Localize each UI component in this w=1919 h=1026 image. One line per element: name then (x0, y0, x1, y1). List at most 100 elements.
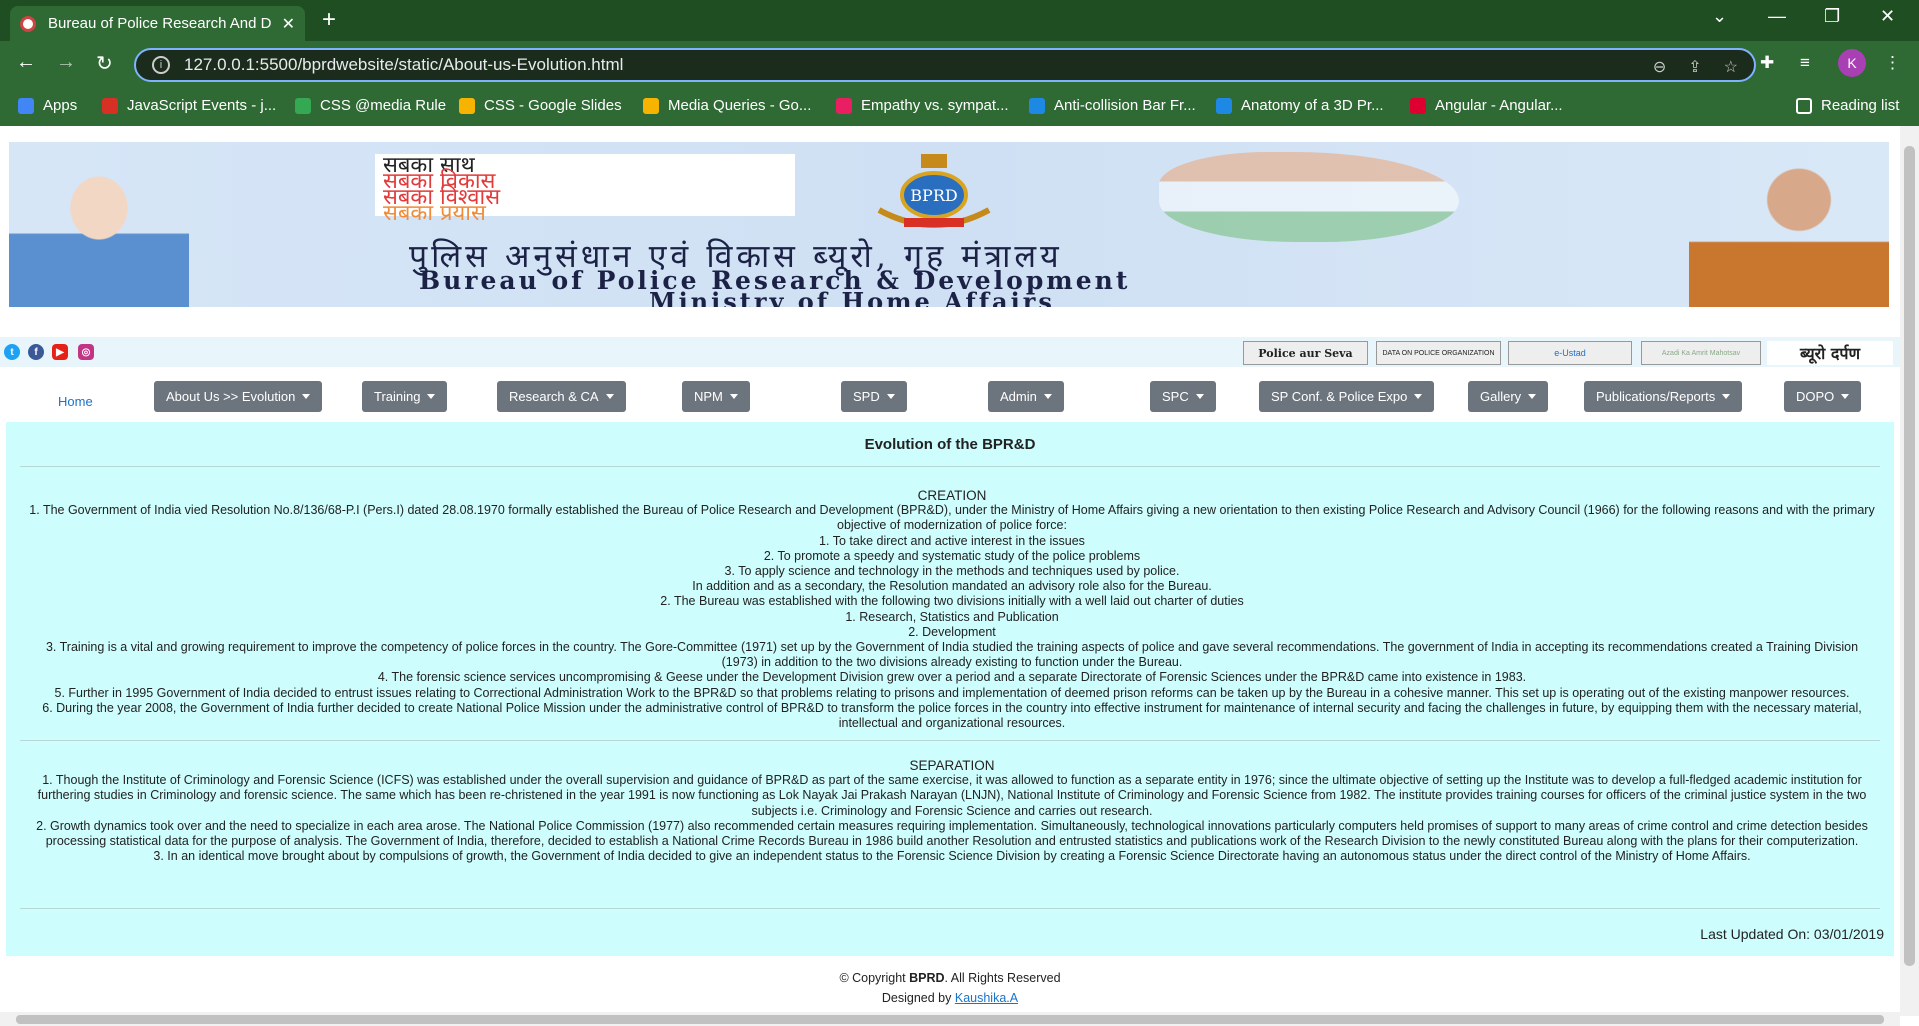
scrollbar-thumb[interactable] (1904, 146, 1915, 966)
bookmark-favicon-icon (102, 97, 118, 114)
bookmark-item[interactable]: Anatomy of a 3D Pr... (1216, 97, 1384, 114)
separation-paragraph: 3. In an identical move brought about by… (153, 849, 1751, 864)
reading-list-icon (1796, 97, 1812, 114)
bookmark-favicon-icon (643, 97, 659, 114)
left-portrait-image (9, 142, 189, 307)
nav-dropdown-sp-conf[interactable]: SP Conf. & Police Expo (1259, 381, 1435, 412)
caret-down-icon (427, 394, 436, 399)
bookmark-item[interactable]: CSS - Google Slides (459, 97, 622, 114)
bookmark-apps[interactable]: Apps (18, 97, 77, 114)
partner-data-on-police-organization[interactable]: DATA ON POLICE ORGANIZATION (1376, 341, 1501, 365)
creation-paragraph: 3. Training is a vital and growing requi… (45, 640, 1859, 670)
caret-down-icon (302, 394, 311, 399)
creation-paragraph: 2. The Bureau was established with the f… (660, 594, 1244, 609)
address-bar[interactable]: i 127.0.0.1:5500/bprdwebsite/static/Abou… (134, 48, 1756, 82)
close-tab-icon[interactable]: ✕ (282, 14, 295, 34)
extensions-icon[interactable]: ✚ (1760, 53, 1774, 73)
scrollbar-thumb[interactable] (16, 1015, 1884, 1024)
creation-paragraph: 2. To promote a speedy and systematic st… (763, 548, 1141, 563)
reload-icon[interactable]: ↻ (96, 51, 113, 76)
tab-title: Bureau of Police Research And D (48, 15, 272, 32)
share-icon[interactable]: ⇪ (1688, 57, 1701, 77)
separation-paragraph: 1. Though the Institute of Criminology a… (37, 773, 1867, 818)
nav-dropdown-gallery[interactable]: Gallery (1468, 381, 1549, 412)
bookmark-item[interactable]: JavaScript Events - j... (102, 97, 276, 114)
creation-paragraph: 6. During the year 2008, the Government … (42, 700, 1862, 731)
partner-bureau-darpan[interactable]: ब्यूरो दर्पण (1767, 341, 1893, 365)
twitter-icon[interactable]: t (4, 344, 20, 360)
apps-grid-icon (18, 97, 34, 114)
web-page: सबका साथ सबका विकास सबका विश्वास सबका प्… (0, 126, 1900, 1016)
restore-icon[interactable]: ❐ (1824, 6, 1840, 27)
divider (20, 908, 1880, 909)
browser-tab[interactable]: Bureau of Police Research And D ✕ (10, 6, 305, 41)
creation-paragraph: 2. Development (908, 624, 996, 639)
new-tab-icon[interactable]: + (322, 6, 336, 34)
partner-azadi-ka-amrit-mahotsav[interactable]: Azadi Ka Amrit Mahotsav (1641, 341, 1761, 365)
back-icon[interactable]: ← (16, 51, 36, 74)
partner-police-aur-seva[interactable]: Police aur Seva (1243, 341, 1368, 365)
brand-name: BPRD (909, 971, 945, 985)
creation-heading: CREATION (917, 488, 987, 503)
bookmark-favicon-icon (295, 97, 311, 114)
last-updated-date: Last Updated On: 03/01/2019 (1700, 926, 1884, 942)
partner-e-ustad[interactable]: e-Ustad (1508, 341, 1632, 365)
creation-paragraph: In addition and as a secondary, the Reso… (692, 579, 1212, 594)
url-text: 127.0.0.1:5500/bprdwebsite/static/About-… (184, 55, 624, 74)
emblem-text: BPRD (910, 186, 957, 205)
creation-section: CREATION 1. The Government of India vied… (28, 488, 1876, 731)
menu-kebab-icon[interactable]: ⋮ (1884, 53, 1901, 73)
bookmark-item[interactable]: Empathy vs. sympat... (836, 97, 1009, 114)
bookmark-item[interactable]: Media Queries - Go... (643, 97, 811, 114)
bookmark-favicon-icon (1029, 97, 1045, 114)
instagram-icon[interactable]: ◎ (78, 344, 94, 360)
separation-section: SEPARATION 1. Though the Institute of Cr… (28, 758, 1876, 864)
profile-avatar[interactable]: K (1838, 49, 1866, 77)
creation-paragraph: 1. Research, Statistics and Publication (845, 609, 1059, 624)
ministry-title: Ministry of Home Affairs (649, 287, 1055, 307)
tab-search-icon[interactable]: ⌄ (1712, 6, 1727, 27)
nav-dropdown-about-us[interactable]: About Us >> Evolution (154, 381, 323, 412)
separation-paragraph: 2. Growth dynamics took over and the nee… (36, 818, 1868, 849)
vertical-scrollbar[interactable] (1900, 126, 1919, 1016)
nav-dropdown-publications[interactable]: Publications/Reports (1584, 381, 1743, 412)
bookmark-favicon-icon (1410, 97, 1426, 114)
creation-paragraph: 5. Further in 1995 Government of India d… (54, 685, 1850, 700)
separation-heading: SEPARATION (909, 758, 995, 773)
horizontal-scrollbar[interactable] (0, 1012, 1900, 1026)
minimize-icon[interactable]: — (1768, 6, 1786, 27)
nav-dropdown-research[interactable]: Research & CA (497, 381, 626, 412)
page-footer: © Copyright BPRD. All Rights Reserved De… (0, 968, 1900, 1008)
bookmark-item[interactable]: Angular - Angular... (1410, 97, 1563, 114)
right-portrait-image (1689, 142, 1889, 307)
facebook-icon[interactable]: f (28, 344, 44, 360)
nav-home-link[interactable]: Home (58, 394, 93, 409)
bookmark-item[interactable]: CSS @media Rule (295, 97, 446, 114)
media-control-icon[interactable]: ≡ (1800, 53, 1810, 73)
creation-paragraph: 3. To apply science and technology in th… (724, 564, 1180, 579)
nav-dropdown-dopo[interactable]: DOPO (1784, 381, 1862, 412)
browser-toolbar: ← → ↻ i 127.0.0.1:5500/bprdwebsite/stati… (0, 41, 1919, 88)
bookmark-star-icon[interactable]: ☆ (1724, 57, 1738, 77)
creation-paragraph: 1. To take direct and active interest in… (819, 533, 1085, 548)
caret-down-icon (605, 394, 614, 399)
main-content: Evolution of the BPR&D CREATION 1. The G… (6, 422, 1894, 956)
nav-dropdown-spc[interactable]: SPC (1150, 381, 1216, 412)
reading-list[interactable]: Reading list (1796, 97, 1899, 114)
nav-dropdown-training[interactable]: Training (362, 381, 448, 412)
nav-dropdown-admin[interactable]: Admin (988, 381, 1064, 412)
copyright-line: © Copyright BPRD. All Rights Reserved (839, 971, 1061, 985)
flag-image (1159, 152, 1459, 242)
nav-dropdown-spd[interactable]: SPD (841, 381, 907, 412)
forward-icon[interactable]: → (56, 51, 76, 74)
caret-down-icon (886, 394, 895, 399)
nav-dropdown-npm[interactable]: NPM (682, 381, 750, 412)
site-info-icon[interactable]: i (152, 56, 170, 74)
caret-down-icon (729, 394, 738, 399)
bookmark-item[interactable]: Anti-collision Bar Fr... (1029, 97, 1196, 114)
youtube-icon[interactable]: ▶ (52, 344, 68, 360)
designer-link[interactable]: Kaushika.A (955, 991, 1018, 1005)
bookmark-favicon-icon (836, 97, 852, 114)
close-window-icon[interactable]: ✕ (1880, 6, 1895, 27)
zoom-icon[interactable]: ⊖ (1653, 57, 1666, 77)
